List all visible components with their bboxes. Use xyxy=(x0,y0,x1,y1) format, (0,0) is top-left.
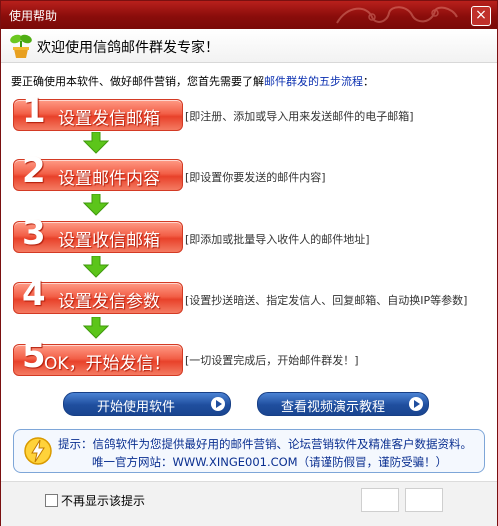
footer-bar: 不再显示该提示 xyxy=(1,481,497,526)
tip-line-2: 唯一官方网站：WWW.XINGE001.COM（请谨防假冒，谨防受骗！） xyxy=(92,455,448,469)
step-3-number: 3 xyxy=(22,213,46,253)
arrow-down-icon xyxy=(83,132,109,154)
step-3-desc: [即添加或批量导入收件人的邮件地址] xyxy=(185,233,370,246)
start-software-label: 开始使用软件 xyxy=(96,400,175,415)
tip-line-1: 提示：信鸽软件为您提供最好用的邮件营销、论坛营销软件及精准客户数据资料。 xyxy=(58,437,472,451)
play-icon xyxy=(211,397,225,411)
step-1-label: 设置发信邮箱 xyxy=(58,109,160,129)
arrow-down-icon xyxy=(83,194,109,216)
title-bar[interactable]: 使用帮助 × xyxy=(1,1,497,29)
start-software-button[interactable]: 开始使用软件 xyxy=(63,392,231,416)
intro-prefix: 要正确使用本软件、做好邮件营销，您首先需要了解 xyxy=(11,75,264,88)
step-2-button[interactable]: 2 设置邮件内容 xyxy=(13,151,183,191)
step-3-button[interactable]: 3 设置收信邮箱 xyxy=(13,213,183,253)
step-4-desc: [设置抄送暗送、指定发信人、回复邮箱、自动换IP等参数] xyxy=(185,294,468,307)
dont-show-label: 不再显示该提示 xyxy=(61,494,146,508)
video-tutorial-label: 查看视频演示教程 xyxy=(280,400,385,415)
help-window: 使用帮助 × 欢迎使用信鸽邮件群发专家！ 要正确使用本软件、做好邮件营销，您首先… xyxy=(0,0,498,526)
intro-suffix: ： xyxy=(363,75,374,88)
welcome-text: 欢迎使用信鸽邮件群发专家！ xyxy=(37,40,219,56)
step-2-number: 2 xyxy=(22,151,46,191)
step-1-button[interactable]: 1 设置发信邮箱 xyxy=(13,91,183,131)
step-3-label: 设置收信邮箱 xyxy=(58,231,160,251)
step-5-desc: [一切设置完成后，开始邮件群发！] xyxy=(185,354,359,367)
sprout-icon xyxy=(10,34,32,58)
step-1-desc: [即注册、添加或导入用来发送邮件的电子邮箱] xyxy=(185,110,414,123)
welcome-bar: 欢迎使用信鸽邮件群发专家！ xyxy=(1,30,497,63)
step-4-label: 设置发信参数 xyxy=(58,292,160,312)
footer-control-right[interactable] xyxy=(405,488,443,512)
video-tutorial-button[interactable]: 查看视频演示教程 xyxy=(257,392,429,416)
window-title: 使用帮助 xyxy=(9,9,58,23)
intro-highlight: 邮件群发的五步流程 xyxy=(264,75,363,88)
dont-show-checkbox[interactable] xyxy=(45,494,58,507)
intro-text: 要正确使用本软件、做好邮件营销，您首先需要了解邮件群发的五步流程： xyxy=(11,73,374,89)
step-4-button[interactable]: 4 设置发信参数 xyxy=(13,274,183,314)
step-4-number: 4 xyxy=(22,274,46,314)
step-2-desc: [即设置你要发送的邮件内容] xyxy=(185,171,326,184)
close-button[interactable]: × xyxy=(471,6,491,26)
step-5-label: OK，开始发信！ xyxy=(44,354,171,374)
step-5-button[interactable]: 5 OK，开始发信！ xyxy=(13,336,183,376)
lightning-icon xyxy=(24,437,52,465)
step-5-number: 5 xyxy=(22,336,46,376)
footer-control-left[interactable] xyxy=(361,488,399,512)
step-1-number: 1 xyxy=(22,91,46,131)
arrow-down-icon xyxy=(83,317,109,339)
close-icon: × xyxy=(475,7,487,23)
arrow-down-icon xyxy=(83,256,109,278)
play-icon xyxy=(409,397,423,411)
tip-box: 提示：信鸽软件为您提供最好用的邮件营销、论坛营销软件及精准客户数据资料。 唯一官… xyxy=(13,429,485,473)
decorative-swirl-icon xyxy=(336,6,458,24)
step-2-label: 设置邮件内容 xyxy=(58,169,160,189)
